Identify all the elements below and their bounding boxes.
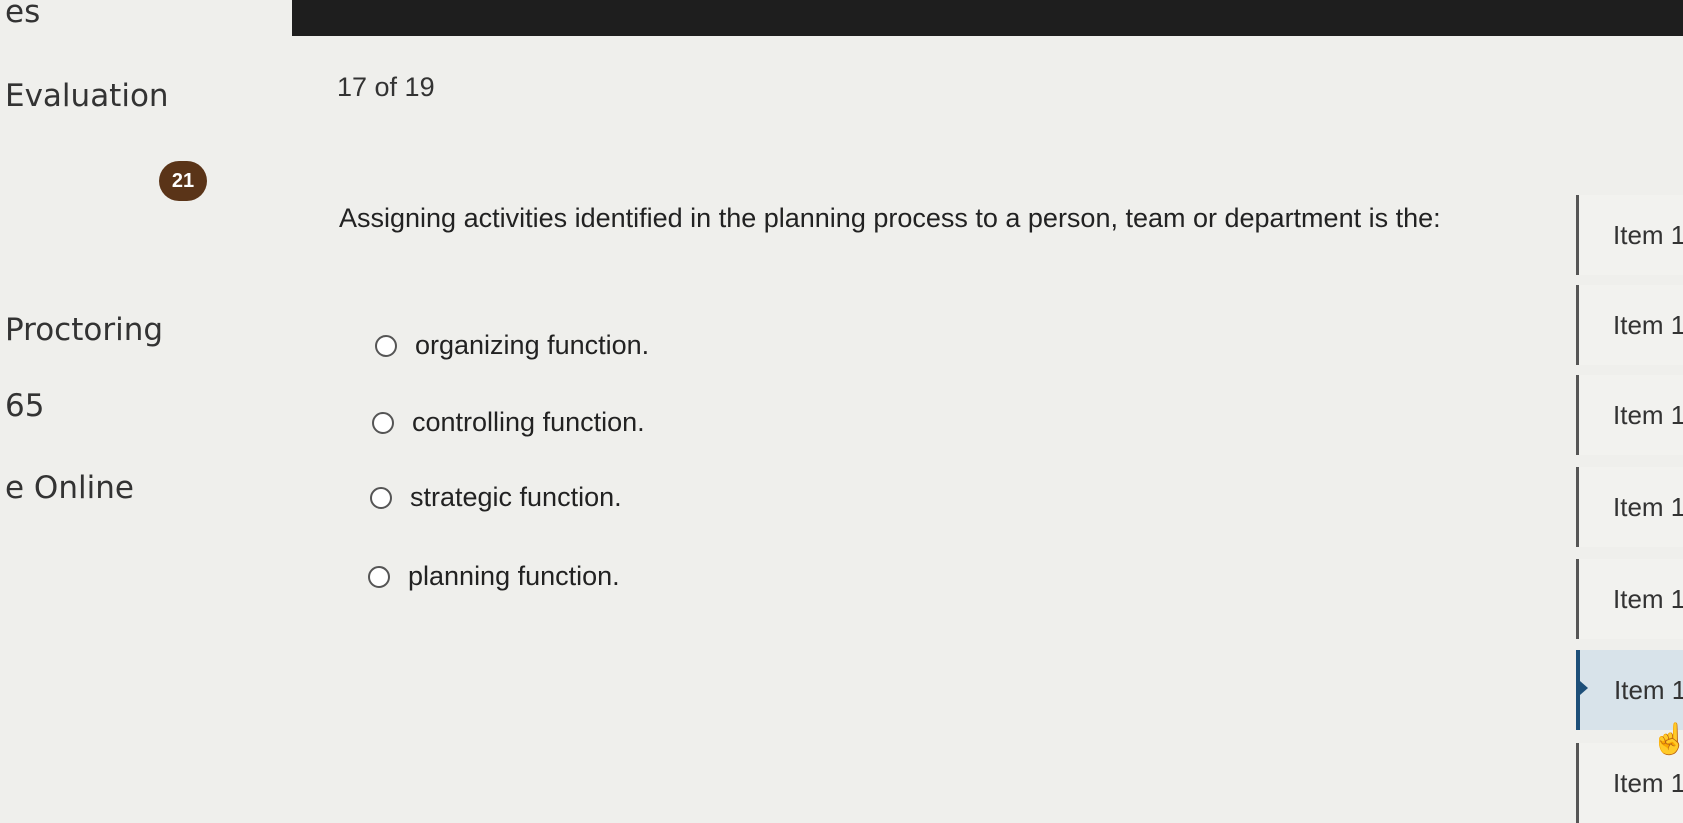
radio-button[interactable]: [368, 565, 390, 588]
item-button[interactable]: Item 1: [1576, 285, 1683, 365]
radio-button[interactable]: [375, 334, 397, 357]
answer-option-label: strategic function.: [410, 482, 622, 512]
hand-pointer-icon: ☝: [1651, 723, 1683, 756]
radio-button[interactable]: [372, 411, 394, 434]
answer-option-controlling[interactable]: controlling function.: [372, 407, 645, 438]
answer-option-label: planning function.: [408, 561, 620, 591]
answer-option-organizing[interactable]: organizing function.: [375, 330, 649, 361]
question-text: Assigning activities identified in the p…: [339, 203, 1441, 233]
item-button-active[interactable]: Item 1: [1576, 650, 1683, 730]
radio-button[interactable]: [370, 486, 392, 509]
item-button-label: Item 1: [1614, 675, 1683, 705]
left-nav-item-65[interactable]: 65: [5, 388, 44, 424]
answer-option-strategic[interactable]: strategic function.: [370, 482, 622, 513]
item-button[interactable]: Item 1: [1576, 375, 1683, 455]
left-nav-item-evaluation[interactable]: Evaluation: [5, 78, 169, 114]
item-button[interactable]: Item 1: [1576, 559, 1683, 639]
item-button[interactable]: Item 1: [1576, 195, 1683, 275]
question-number-badge: 21: [159, 161, 207, 201]
question-progress: 17 of 19: [337, 72, 435, 102]
answer-option-label: organizing function.: [415, 330, 650, 360]
top-bar: [292, 0, 1683, 36]
item-navigation-panel: Item 1 Item 1 Item 1 Item 1 Item 1 Item …: [1576, 195, 1683, 823]
left-navigation: es Evaluation Proctoring 65 e Online: [0, 0, 300, 809]
left-nav-item-online[interactable]: e Online: [5, 470, 134, 506]
item-button[interactable]: Item 1: [1576, 467, 1683, 547]
left-nav-item-partial[interactable]: es: [5, 0, 40, 30]
answer-option-label: controlling function.: [412, 407, 645, 437]
current-item-arrow-icon: [1580, 681, 1588, 695]
left-nav-item-proctoring[interactable]: Proctoring: [5, 312, 163, 348]
answer-option-planning[interactable]: planning function.: [368, 561, 620, 592]
